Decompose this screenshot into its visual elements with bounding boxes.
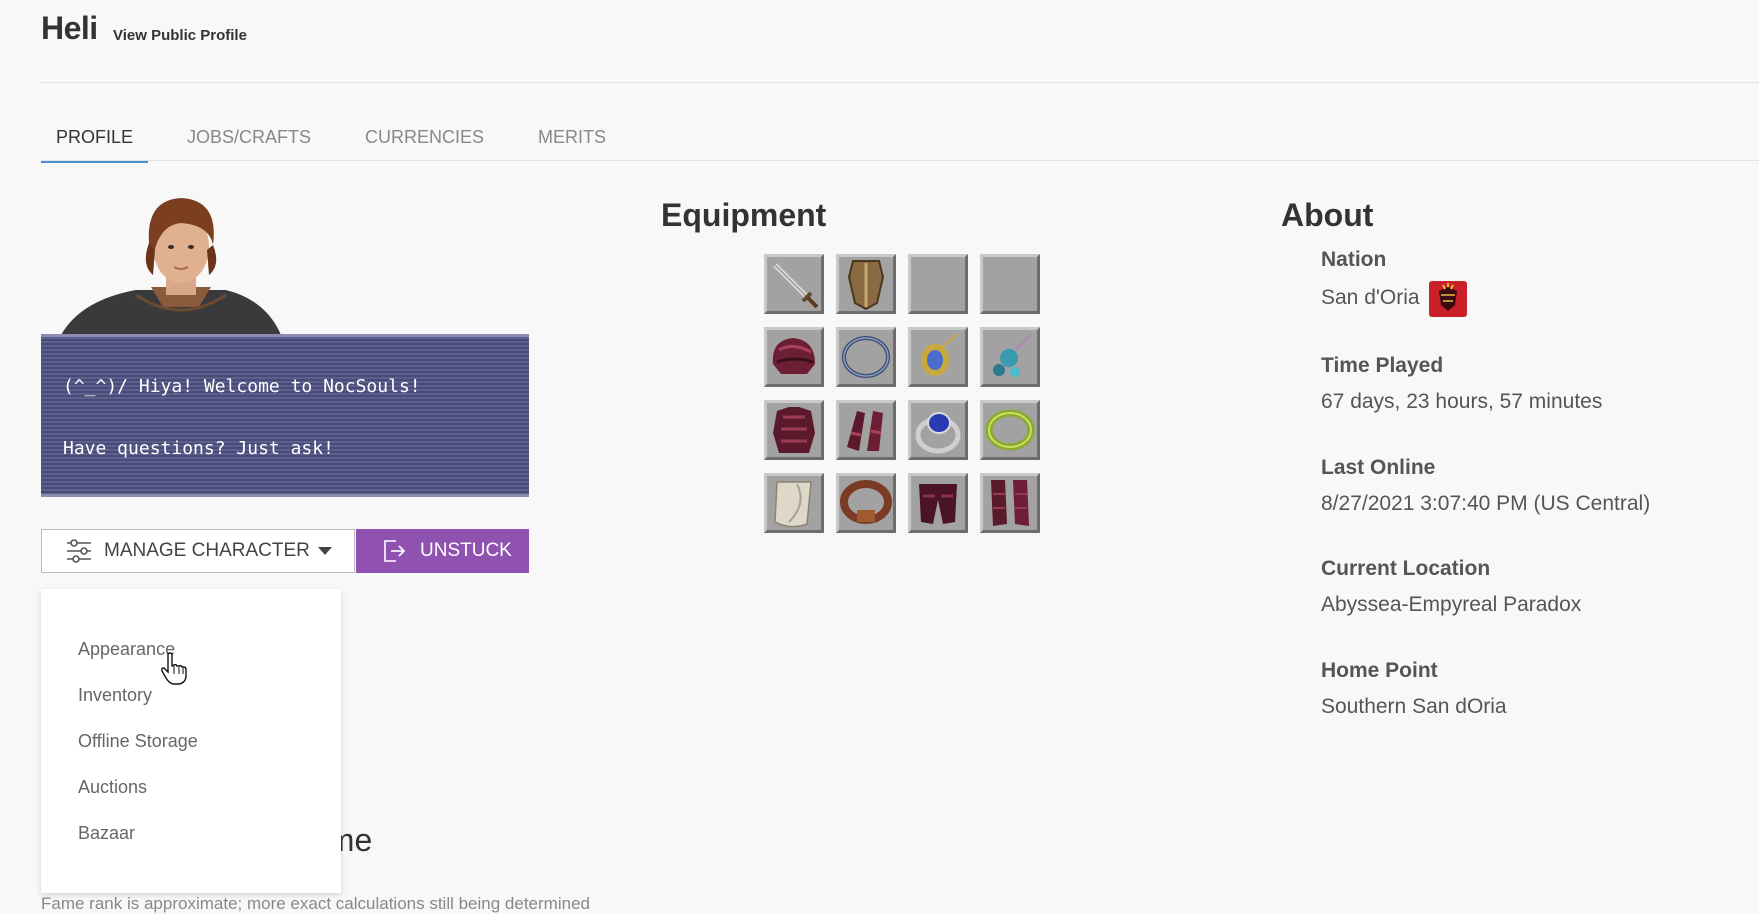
body-slot[interactable] (764, 400, 824, 460)
gloves-icon (847, 411, 883, 451)
last-online-value: 8/27/2021 3:07:40 PM (US Central) (1321, 492, 1651, 515)
header-divider (41, 82, 1759, 83)
sub-weapon-slot[interactable] (836, 254, 896, 314)
welcome-line-2: Have questions? Just ask! (63, 438, 334, 459)
current-location-value: Abyssea-Empyreal Paradox (1321, 593, 1582, 616)
manage-character-label: MANAGE CHARACTER (104, 540, 310, 561)
tab-jobs-crafts[interactable]: JOBS/CRAFTS (187, 125, 311, 161)
welcome-line-1: (^_^)/ Hiya! Welcome to NocSouls! (63, 376, 421, 397)
last-online-label: Last Online (1321, 456, 1436, 479)
ammo-slot[interactable] (980, 254, 1040, 314)
tab-profile[interactable]: PROFILE (41, 125, 149, 163)
sliders-icon (67, 539, 91, 563)
view-public-profile-link[interactable]: View Public Profile (113, 27, 247, 44)
menu-item-auctions[interactable]: Auctions (78, 777, 147, 798)
ranged-slot[interactable] (908, 254, 968, 314)
shield-icon (847, 260, 885, 311)
cape-icon (774, 481, 812, 528)
ring-icon (915, 412, 961, 454)
home-point-label: Home Point (1321, 659, 1438, 682)
belt-icon (840, 480, 892, 524)
exit-icon (384, 540, 406, 562)
time-played-value: 67 days, 23 hours, 57 minutes (1321, 390, 1603, 413)
about-title: About (1281, 197, 1374, 233)
nation-value: San d'Oria (1321, 286, 1420, 309)
character-name: Heli (41, 10, 98, 46)
waist-slot[interactable] (836, 473, 896, 533)
fame-note: Fame rank is approximate; more exact cal… (41, 894, 590, 913)
san-doria-flag-icon (1429, 281, 1467, 317)
menu-item-offline-storage[interactable]: Offline Storage (78, 731, 198, 752)
time-played-label: Time Played (1321, 354, 1444, 377)
earring-icon (993, 333, 1033, 377)
home-point-value: Southern San dOria (1321, 695, 1507, 718)
sword-icon (773, 263, 819, 309)
unstuck-button[interactable]: UNSTUCK (356, 529, 529, 573)
earring-icon (921, 333, 958, 376)
welcome-message: (^_^)/ Hiya! Welcome to NocSouls! Have q… (41, 334, 529, 497)
hand-cursor-icon (160, 652, 190, 691)
boots-icon (991, 480, 1029, 526)
ring-icon (985, 409, 1035, 451)
tab-merits[interactable]: MERITS (538, 125, 606, 161)
tabs-divider (41, 160, 1759, 161)
profile-tabs: PROFILE JOBS/CRAFTS CURRENCIES MERITS (41, 125, 1759, 163)
ring1-slot[interactable] (908, 400, 968, 460)
unstuck-label: UNSTUCK (420, 540, 512, 561)
main-weapon-slot[interactable] (764, 254, 824, 314)
current-location-label: Current Location (1321, 557, 1491, 580)
manage-character-menu: Appearance Inventory Offline Storage Auc… (41, 589, 341, 893)
equipment-title: Equipment (661, 197, 827, 233)
manage-character-button[interactable]: MANAGE CHARACTER (41, 529, 355, 573)
ear1-slot[interactable] (908, 327, 968, 387)
neck-slot[interactable] (836, 327, 896, 387)
necklace-icon (842, 336, 890, 378)
feet-slot[interactable] (980, 473, 1040, 533)
character-avatar (41, 195, 531, 335)
helm-icon (772, 338, 815, 374)
ear2-slot[interactable] (980, 327, 1040, 387)
hands-slot[interactable] (836, 400, 896, 460)
body-armor-icon (773, 407, 815, 453)
menu-item-bazaar[interactable]: Bazaar (78, 823, 135, 844)
tab-currencies[interactable]: CURRENCIES (365, 125, 484, 161)
back-slot[interactable] (764, 473, 824, 533)
caret-down-icon (317, 547, 332, 555)
nation-label: Nation (1321, 248, 1387, 271)
head-slot[interactable] (764, 327, 824, 387)
legs-slot[interactable] (908, 473, 968, 533)
equipment-grid (764, 254, 1044, 536)
ring2-slot[interactable] (980, 400, 1040, 460)
menu-item-inventory[interactable]: Inventory (78, 685, 152, 706)
legs-icon (919, 484, 957, 524)
